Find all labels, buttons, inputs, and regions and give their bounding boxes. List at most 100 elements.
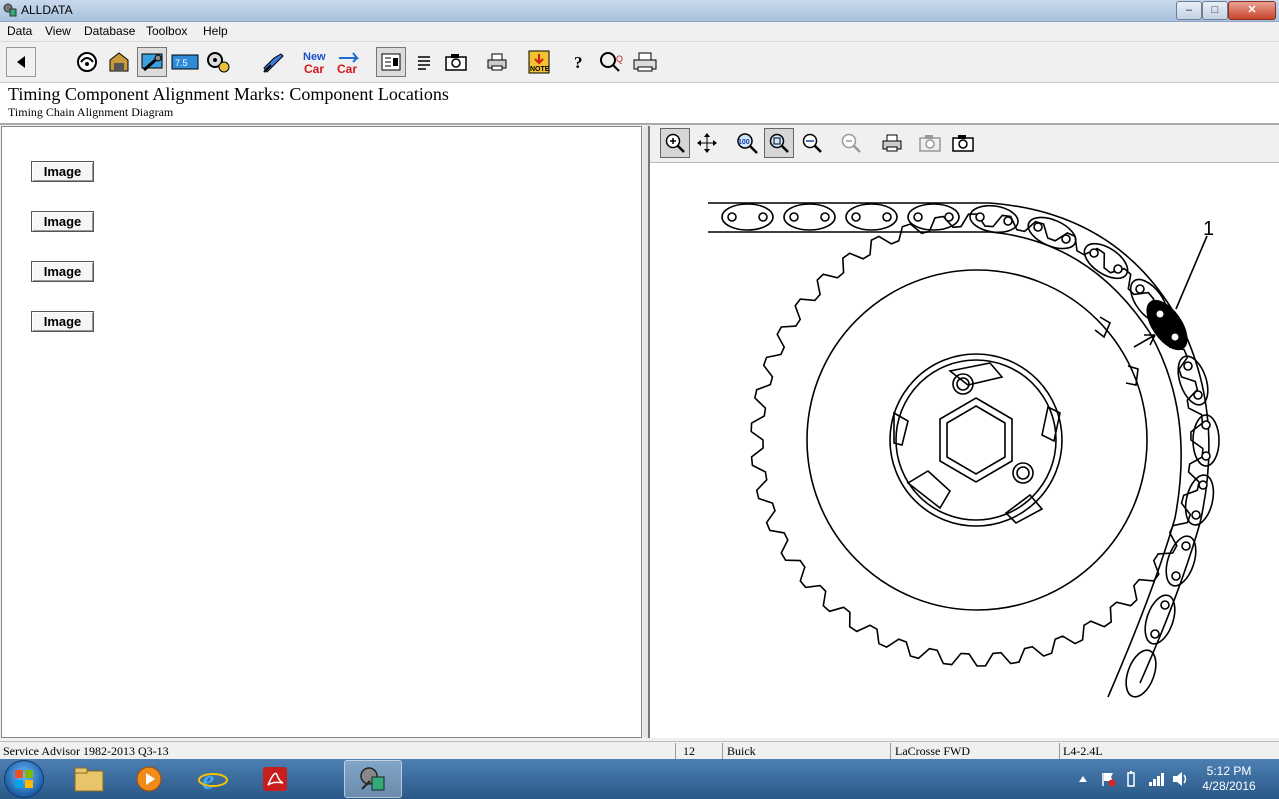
chain-link-pin [913,212,923,222]
status-year: 12 [683,744,695,758]
text-view-button[interactable] [376,47,406,77]
labor-button[interactable]: 7.5 [170,47,200,77]
status-separator [1059,743,1060,759]
print-icon [487,53,507,71]
list-view-button[interactable] [409,47,439,77]
menu-database[interactable]: Database [84,24,135,38]
back-button[interactable] [6,47,36,77]
chain-link-pin [1193,390,1203,400]
sprocket-teeth [750,213,1204,667]
print-image-button[interactable] [877,128,907,158]
action-center-flag-icon[interactable] [1100,771,1116,787]
hub-slot-lower-right [1004,493,1044,524]
svg-text:Car: Car [337,62,357,75]
notes-icon: NOTE [528,50,550,74]
zoom-100-icon: 100 [737,133,758,154]
chain-link-pin [1198,480,1208,490]
image-button-1[interactable]: Image [31,161,94,182]
chain-link-plate [1083,242,1129,280]
camshaft-hex-inner [946,405,1006,475]
image-button-4[interactable]: Image [31,311,94,332]
network-signal-icon[interactable] [1148,771,1164,787]
menu-bar: Data View Database Toolbox Help [0,22,1279,42]
battery-icon[interactable] [1126,770,1136,788]
maximize-button[interactable]: □ [1202,1,1228,20]
change-car-button[interactable]: Car [334,47,364,77]
minimize-button[interactable]: – [1176,1,1202,20]
image-button-2[interactable]: Image [31,211,94,232]
print-image-icon [882,134,902,152]
zoom-in-icon [665,133,685,153]
alignment-arrow [1133,334,1156,348]
taskbar-media-player[interactable] [120,760,178,798]
diagnostic-icon [263,53,284,73]
page-title: Timing Component Alignment Marks: Compon… [8,84,449,104]
printer-setup-button[interactable] [630,47,660,77]
sprocket-hub-ring [806,269,1148,611]
zoom-width-button[interactable] [797,128,827,158]
content-header: Timing Component Alignment Marks: Compon… [0,83,1279,125]
image-button-3[interactable]: Image [31,261,94,282]
menu-toolbox[interactable]: Toolbox [146,24,187,38]
status-make: Buick [727,744,756,758]
camshaft-hex [939,397,1013,483]
menu-view[interactable]: View [45,24,71,38]
repair-info-button[interactable] [137,47,167,77]
status-product: Service Advisor 1982-2013 Q3-13 [3,744,169,758]
chain-link-pin [1113,264,1123,274]
notes-button[interactable]: NOTE [524,47,554,77]
search-button[interactable]: Q [597,47,627,77]
hub-inner-circle [895,359,1057,521]
image-viewer-panel: 100 1 [648,126,1279,738]
new-car-button[interactable]: New Car [301,47,331,77]
vehicle-button[interactable] [72,47,102,77]
zoom-width-icon [802,133,822,153]
system-clock[interactable]: 5:12 PM 4/28/2016 [1196,764,1262,794]
dowel-hole-bottom [1012,462,1034,484]
windows-taskbar: e 5:12 PM 4/28/2016 [0,759,1279,799]
menu-data[interactable]: Data [7,24,32,38]
status-separator [890,743,891,759]
diagnostic-button[interactable] [259,47,289,77]
pan-icon [697,133,717,153]
menu-help[interactable]: Help [203,24,228,38]
taskbar-acrobat[interactable] [246,760,304,798]
camera-icon [445,54,467,71]
alldata-app-icon [3,3,17,17]
save-image-button[interactable] [948,128,978,158]
zoom-100-button[interactable]: 100 [732,128,762,158]
camshaft-sprocket [750,213,1204,667]
taskbar-alldata[interactable] [344,760,402,798]
repair-info-icon [141,53,163,72]
print-button[interactable] [482,47,512,77]
svg-text:NOTE: NOTE [530,66,550,73]
pan-button[interactable] [692,128,722,158]
copy-image-button[interactable] [915,128,945,158]
chain-link-pin [1160,600,1170,610]
zoom-out-icon [841,133,861,153]
start-button[interactable] [4,760,44,798]
show-hidden-icons-icon[interactable] [1078,775,1088,783]
zoom-fit-icon [769,133,789,153]
chain-link-pin [1150,629,1160,639]
volume-icon[interactable] [1172,771,1190,787]
zoom-in-button[interactable] [660,128,690,158]
garage-button[interactable] [104,47,134,77]
camera-button[interactable] [441,47,471,77]
svg-text:Car: Car [304,62,324,75]
chain-link-pin [882,212,892,222]
specs-button[interactable] [203,47,233,77]
chain-links [721,203,1220,698]
zoom-out-button[interactable] [836,128,866,158]
chain-link-pin [851,212,861,222]
taskbar-internet-explorer[interactable]: e [184,760,242,798]
main-toolbar: 7.5 New Car Car NOTE ? Q [0,42,1279,83]
image-list-panel: Image Image Image Image [1,126,642,738]
internet-explorer-icon: e [198,765,228,794]
taskbar-explorer[interactable] [60,760,118,798]
zoom-fit-button[interactable] [764,128,794,158]
close-button[interactable]: ✕ [1228,1,1276,20]
svg-text:Q: Q [616,54,623,64]
page-subtitle: Timing Chain Alignment Diagram [8,105,174,119]
help-button[interactable]: ? [564,47,594,77]
